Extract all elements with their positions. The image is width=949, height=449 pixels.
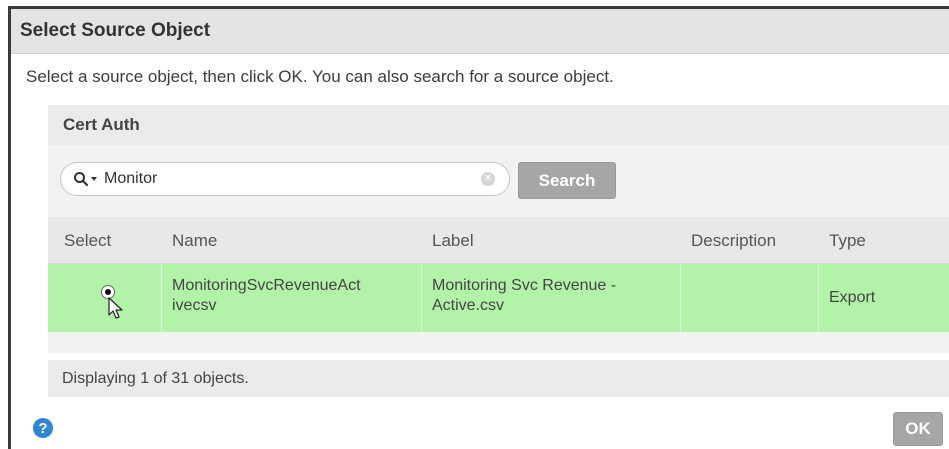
radio-selected-dot bbox=[105, 289, 111, 295]
dialog-instructions: Select a source object, then click OK. Y… bbox=[26, 67, 614, 86]
column-divider bbox=[421, 264, 422, 332]
row-name-cell: MonitoringSvcRevenueAct ivecsv bbox=[172, 276, 361, 316]
table-header: Select Name Label Description Type bbox=[48, 217, 949, 263]
dialog-titlebar: Select Source Object bbox=[11, 9, 949, 54]
clear-icon[interactable]: ✕ bbox=[481, 172, 495, 186]
row-name-line: ivecsv bbox=[172, 297, 217, 314]
column-header-name[interactable]: Name bbox=[172, 231, 217, 251]
panel-header: Cert Auth bbox=[48, 105, 949, 145]
search-icon bbox=[74, 172, 89, 187]
column-header-type[interactable]: Type bbox=[829, 231, 866, 251]
row-label-line: Active.csv bbox=[432, 297, 505, 314]
row-label-cell: Monitoring Svc Revenue - Active.csv bbox=[432, 276, 616, 316]
column-divider bbox=[818, 264, 819, 332]
column-divider bbox=[161, 264, 162, 332]
row-name-line: MonitoringSvcRevenueAct bbox=[172, 277, 361, 294]
status-text: Displaying 1 of 31 objects. bbox=[62, 369, 249, 387]
search-options-dropdown[interactable] bbox=[73, 171, 98, 187]
search-box[interactable]: ✕ bbox=[60, 162, 510, 196]
table-status-bar: Displaying 1 of 31 objects. bbox=[48, 360, 949, 397]
dialog-title: Select Source Object bbox=[20, 20, 211, 41]
select-source-object-dialog: Select Source Object Select a source obj… bbox=[8, 6, 949, 449]
table-row[interactable]: MonitoringSvcRevenueAct ivecsv Monitorin… bbox=[48, 263, 949, 332]
search-button[interactable]: Search bbox=[518, 162, 616, 199]
search-input[interactable] bbox=[104, 170, 464, 188]
row-label-line: Monitoring Svc Revenue - bbox=[432, 277, 617, 294]
column-divider bbox=[680, 264, 681, 332]
column-header-select[interactable]: Select bbox=[64, 231, 111, 251]
row-type-cell: Export bbox=[829, 289, 876, 306]
source-object-panel: Cert Auth ✕ Search Select Name Label De bbox=[48, 105, 949, 397]
help-icon[interactable]: ? bbox=[33, 418, 53, 438]
ok-button[interactable]: OK bbox=[893, 412, 943, 446]
source-objects-table: Select Name Label Description Type Monit… bbox=[48, 217, 949, 332]
chevron-down-icon bbox=[91, 177, 97, 181]
column-header-description[interactable]: Description bbox=[691, 231, 776, 251]
column-header-label[interactable]: Label bbox=[432, 231, 474, 251]
mouse-pointer-icon bbox=[108, 297, 123, 319]
panel-title: Cert Auth bbox=[63, 115, 140, 134]
